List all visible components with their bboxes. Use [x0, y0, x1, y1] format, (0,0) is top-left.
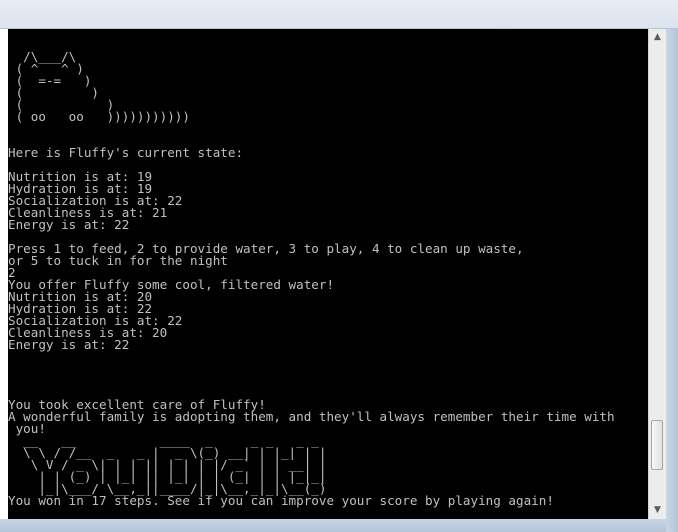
- console-line: or 5 to tuck in for the night: [8, 253, 228, 268]
- scroll-thumb[interactable]: [651, 420, 663, 470]
- up-arrow-icon: ▲: [654, 32, 661, 42]
- console-line: A wonderful family is adopting them, and…: [8, 409, 615, 424]
- down-arrow-icon: ▼: [654, 505, 661, 515]
- console-output[interactable]: /\___/\ ( ^ ^ ) ( =-= ) ( ) ( ) ( oo oo …: [8, 29, 648, 519]
- console-line: Here is Fluffy's current state:: [8, 145, 244, 160]
- window-frame-right: [666, 29, 678, 532]
- console-line: Energy is at: 22: [8, 337, 130, 352]
- scroll-track[interactable]: [649, 46, 666, 502]
- scroll-down-button[interactable]: ▼: [649, 502, 666, 519]
- scroll-up-button[interactable]: ▲: [649, 29, 666, 46]
- console-line: ( oo oo ))))))))))): [8, 109, 190, 124]
- console-line: You won in 17 steps. See if you can impr…: [8, 493, 554, 508]
- console-line: Energy is at: 22: [8, 217, 130, 232]
- console-line: ( ^ ^ ): [8, 61, 84, 76]
- window-frame-bottom: [0, 519, 666, 532]
- vertical-scrollbar[interactable]: ▲ ▼: [648, 29, 666, 519]
- console-text: /\___/\ ( ^ ^ ) ( =-= ) ( ) ( ) ( oo oo …: [8, 49, 615, 508]
- window-title-bar: [0, 0, 678, 29]
- console-line: /\___/\: [8, 49, 77, 64]
